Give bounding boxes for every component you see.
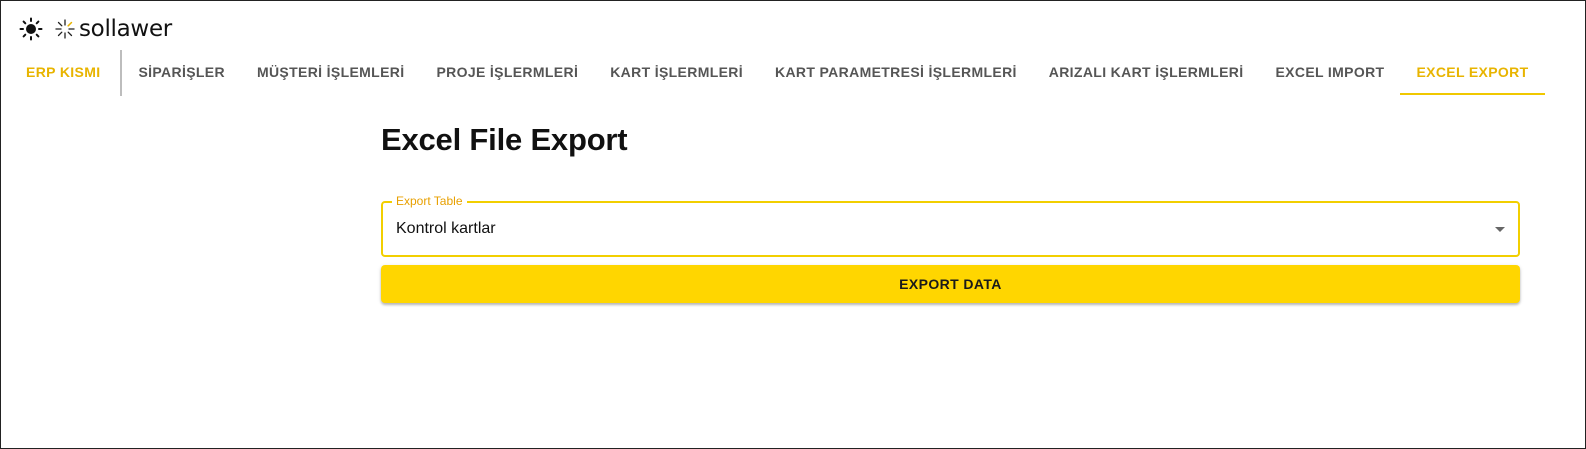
main-nav: ERP KISMI SİPARİŞLER MÜŞTERİ İŞLEMLERİ P… [10,50,1545,96]
tab-musteri-islemleri[interactable]: MÜŞTERİ İŞLEMLERİ [241,50,421,94]
tab-proje-islermleri[interactable]: PROJE İŞLERMLERİ [420,50,594,94]
export-table-value: Kontrol kartlar [396,220,496,237]
tab-kart-parametresi-islermleri[interactable]: KART PARAMETRESİ İŞLERMLERİ [759,50,1033,94]
main-content: Excel File Export Export Table Kontrol k… [381,120,1520,303]
sparkle-icon [55,19,75,39]
tab-siparisler[interactable]: SİPARİŞLER [122,50,240,94]
header: sollawer [18,14,172,44]
tab-excel-import[interactable]: EXCEL IMPORT [1259,50,1400,94]
export-table-select[interactable]: Export Table Kontrol kartlar [381,194,1520,257]
theme-toggle-button[interactable] [18,16,44,42]
tab-erp-kismi[interactable]: ERP KISMI [10,50,120,94]
arrow-drop-down-icon [1495,227,1505,232]
logo-text: sollawer [79,16,172,42]
page-title: Excel File Export [381,122,628,157]
export-table-label: Export Table [392,194,467,208]
sun-icon [19,17,43,41]
tab-arizali-kart-islermleri[interactable]: ARIZALI KART İŞLERMLERİ [1033,50,1260,94]
tab-excel-export[interactable]: EXCEL EXPORT [1400,50,1545,95]
export-data-button[interactable]: EXPORT DATA [381,265,1520,303]
tab-kart-islermleri[interactable]: KART İŞLERMLERİ [594,50,759,94]
logo[interactable]: sollawer [54,16,172,42]
